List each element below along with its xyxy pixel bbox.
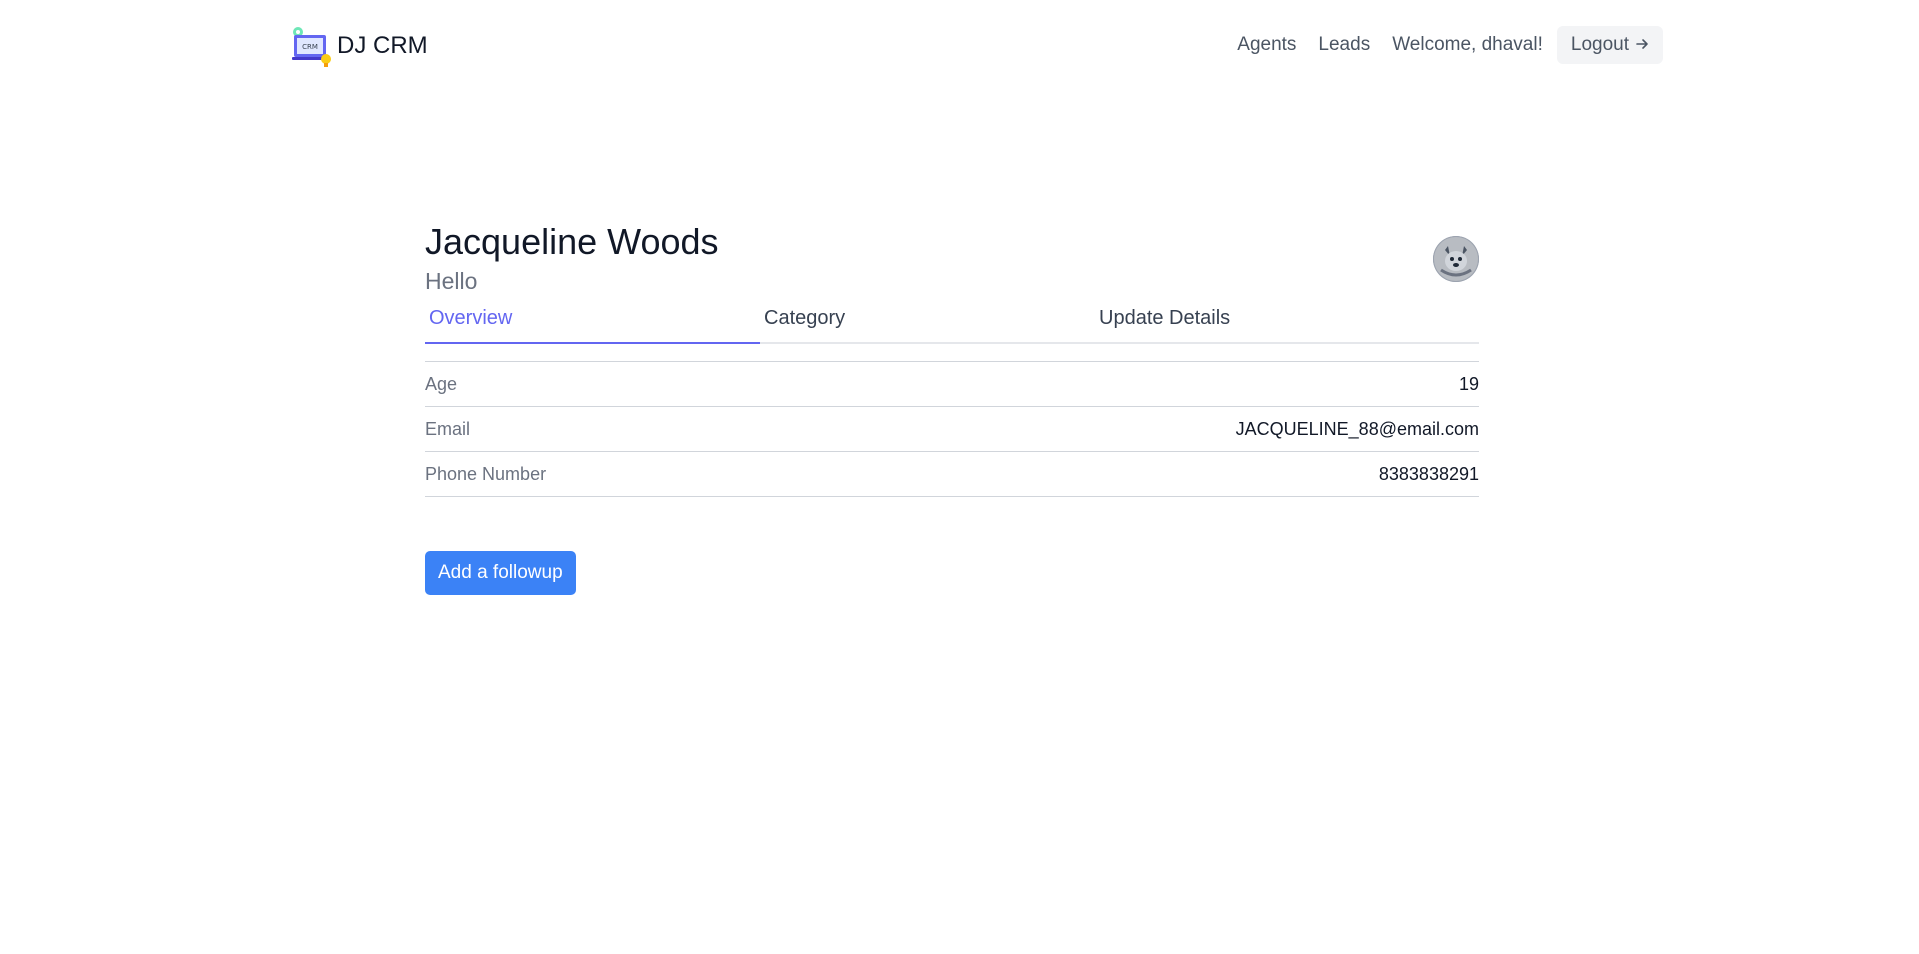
nav-agents-link[interactable]: Agents bbox=[1237, 34, 1296, 56]
tab-overview[interactable]: Overview bbox=[425, 296, 760, 344]
detail-label: Phone Number bbox=[425, 463, 547, 484]
detail-value: 19 bbox=[1458, 373, 1479, 394]
tab-update-details[interactable]: Update Details bbox=[1095, 296, 1430, 342]
avatar bbox=[1433, 236, 1479, 282]
brand-name: DJ CRM bbox=[337, 32, 428, 59]
details-list: Age 19 Email JACQUELINE_88@email.com Pho… bbox=[425, 362, 1479, 497]
lead-name: Jacqueline Woods bbox=[425, 221, 719, 262]
detail-value: 8383838291 bbox=[1378, 463, 1479, 484]
detail-row-phone: Phone Number 8383838291 bbox=[425, 452, 1479, 497]
navbar: CRM DJ CRM Agents Leads Welcome, dhaval!… bbox=[0, 0, 1919, 92]
nav-leads-link[interactable]: Leads bbox=[1318, 34, 1370, 56]
logout-button[interactable]: Logout bbox=[1556, 26, 1663, 64]
lead-header: Jacqueline Woods Hello bbox=[425, 220, 1479, 296]
detail-label: Age bbox=[425, 373, 458, 394]
detail-value: JACQUELINE_88@email.com bbox=[1235, 418, 1479, 439]
svg-text:CRM: CRM bbox=[302, 43, 318, 51]
add-followup-button[interactable]: Add a followup bbox=[425, 551, 576, 595]
nav-links: Agents Leads Welcome, dhaval! Logout bbox=[1237, 26, 1663, 64]
brand-link[interactable]: CRM DJ CRM bbox=[289, 20, 428, 72]
detail-label: Email bbox=[425, 418, 471, 439]
lead-tabs: Overview Category Update Details bbox=[425, 296, 1479, 344]
logout-label: Logout bbox=[1570, 34, 1629, 55]
lead-detail: Jacqueline Woods Hello Overview Category… bbox=[425, 220, 1479, 595]
detail-row-age: Age 19 bbox=[425, 362, 1479, 407]
crm-logo-icon: CRM bbox=[289, 23, 335, 69]
welcome-message: Welcome, dhaval! bbox=[1392, 34, 1543, 55]
arrow-right-icon bbox=[1635, 35, 1649, 56]
tab-category[interactable]: Category bbox=[760, 296, 1095, 342]
detail-row-email: Email JACQUELINE_88@email.com bbox=[425, 407, 1479, 452]
lead-description: Hello bbox=[425, 268, 478, 294]
